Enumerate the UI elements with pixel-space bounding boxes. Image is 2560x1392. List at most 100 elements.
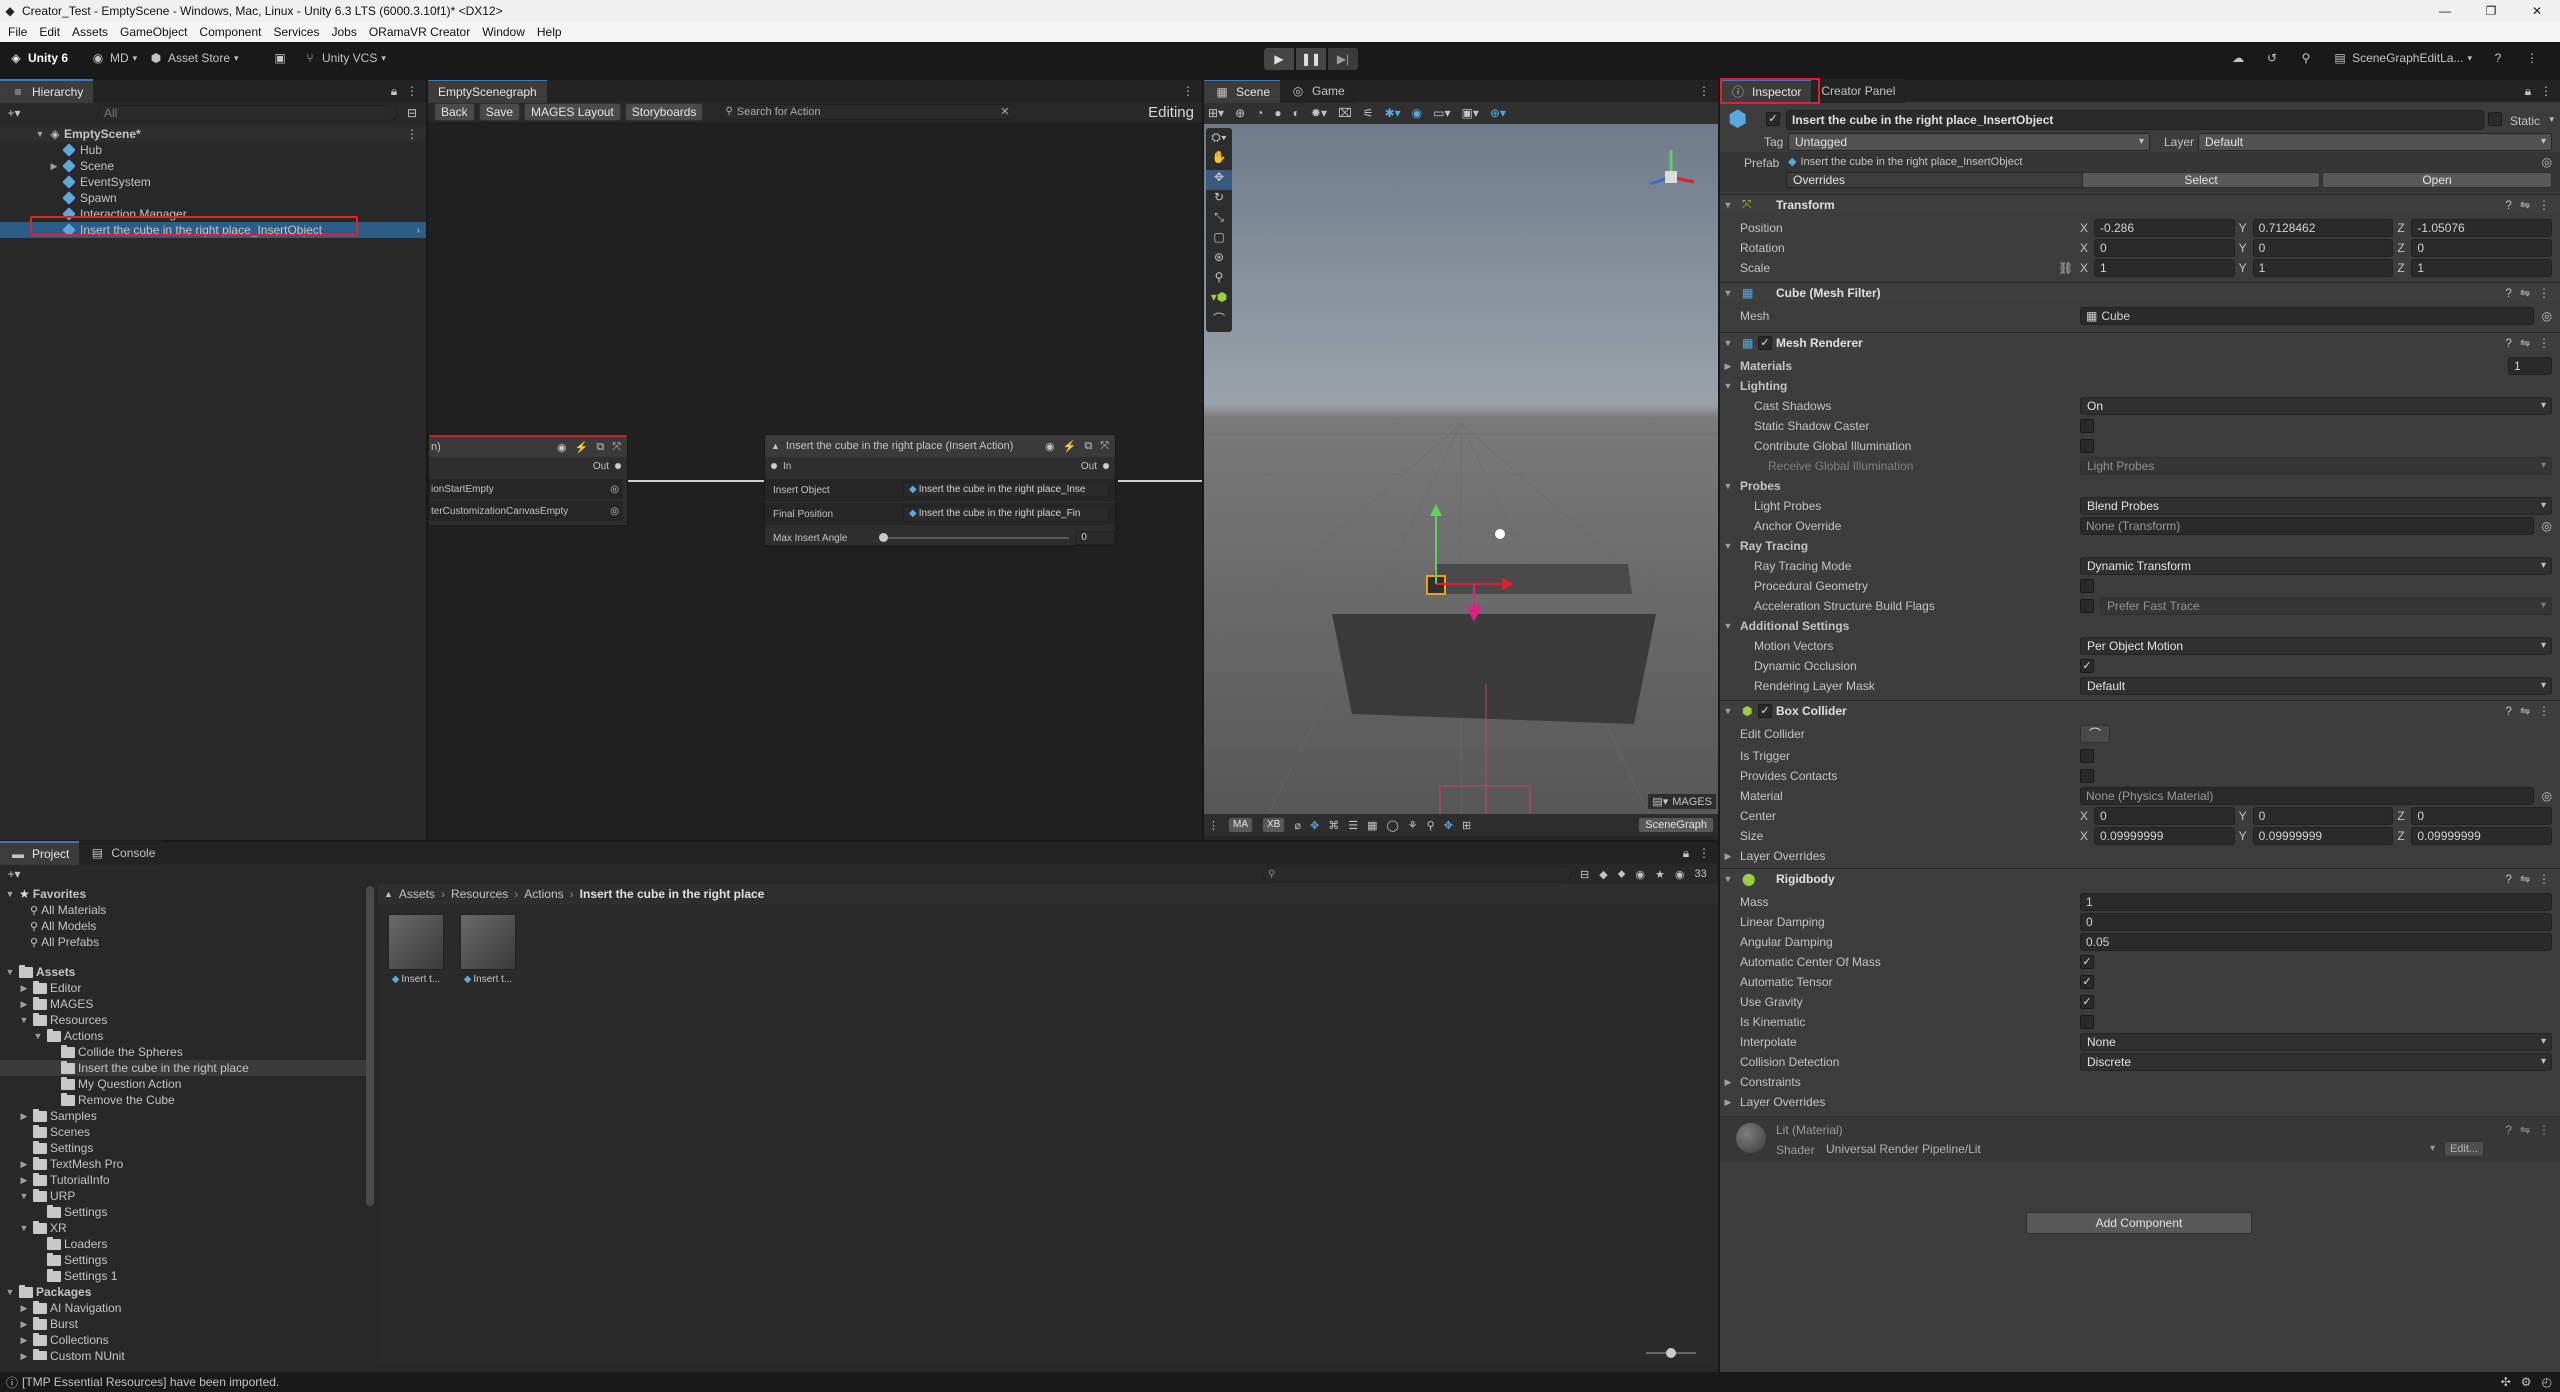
project-folder[interactable]: ▶ Samples — [0, 1108, 372, 1124]
help-icon[interactable]: ? — [2505, 704, 2512, 718]
asset-tile[interactable]: ◆ Insert t... — [386, 914, 446, 985]
breadcrumb-item[interactable]: Insert the cube in the right place — [580, 887, 765, 901]
expand-icon[interactable]: ▼ — [32, 1031, 44, 1041]
tool-1-icon[interactable]: ⌀ — [1294, 819, 1301, 832]
unity-version-button[interactable]: Unity 6 — [28, 51, 68, 65]
menu-services[interactable]: Services — [273, 25, 319, 39]
tab-game[interactable]: ◎ Game — [1280, 80, 1355, 103]
tab-project[interactable]: ▬ Project — [0, 841, 80, 865]
target-icon[interactable]: ◎ — [2542, 155, 2552, 169]
label-filter-icon[interactable]: ◆ — [1599, 868, 1607, 881]
graph-node-insert-action[interactable]: ▲ Insert the cube in the right place (In… — [764, 434, 1116, 546]
hierarchy-search-input[interactable]: All — [98, 105, 398, 121]
expand-icon[interactable]: ▶ — [18, 1319, 30, 1330]
interpolate-dropdown[interactable]: None — [2080, 1033, 2552, 1051]
scale-y[interactable]: 1 — [2252, 259, 2394, 277]
scene-more-icon[interactable]: ⋮ — [1696, 83, 1712, 99]
static-shadow-checkbox[interactable] — [2080, 419, 2094, 433]
use-gravity-checkbox[interactable]: ✓ — [2080, 995, 2094, 1009]
rotate-tool-icon[interactable]: ↻ — [1206, 190, 1232, 210]
play-button[interactable]: ▶ — [1264, 48, 1294, 70]
menu-window[interactable]: Window — [482, 25, 525, 39]
component-menu-icon[interactable]: ⋮ — [2538, 198, 2550, 212]
project-folder[interactable]: ▼ Actions — [0, 1028, 372, 1044]
position-x[interactable]: -0.286 — [2094, 219, 2235, 237]
project-folder[interactable]: Settings 1 — [0, 1268, 372, 1284]
tool-8-icon[interactable]: ⚲ — [1427, 819, 1435, 832]
more-icon[interactable]: ⋮ — [404, 83, 420, 99]
target-icon[interactable]: ◎ — [2542, 519, 2552, 533]
expand-icon[interactable]: ▶ — [18, 1351, 30, 1361]
audio-icon[interactable]: ⚟ — [1363, 106, 1374, 120]
2d-icon[interactable]: ⌧ — [1338, 106, 1352, 120]
xb-button[interactable]: XB — [1262, 817, 1286, 833]
cast-shadows-dropdown[interactable]: On — [2080, 397, 2552, 415]
preset-icon[interactable]: ⇋ — [2520, 1123, 2530, 1137]
tool-6-icon[interactable]: ◯ — [1386, 819, 1398, 832]
star-icon[interactable]: ★ — [1655, 868, 1665, 881]
eye-icon[interactable]: ◉ — [1045, 440, 1055, 453]
chevron-right-icon[interactable]: › — [417, 225, 420, 236]
mesh-renderer-header[interactable]: ▼ ▦ ✓ Mesh Renderer? ⇋ ⋮ — [1720, 332, 2560, 352]
shading-lit-icon[interactable]: ◐ — [1293, 106, 1300, 120]
menu-component[interactable]: Component — [199, 25, 261, 39]
expand-icon[interactable]: ▼ — [18, 1191, 30, 1201]
project-folder[interactable]: Scenes — [0, 1124, 372, 1140]
mages-overlay[interactable]: ▤▾ MAGES — [1648, 794, 1716, 809]
asset-tile[interactable]: ◆ Insert t... — [458, 914, 518, 985]
tab-scenegraph[interactable]: EmptyScenegraph — [428, 80, 547, 103]
tag-icon[interactable]: ⬥ — [1618, 868, 1626, 881]
center-z[interactable]: 0 — [2411, 807, 2553, 825]
back-button[interactable]: Back — [434, 103, 475, 121]
bolt-icon[interactable]: ⚡ — [1063, 440, 1077, 453]
light-gizmo[interactable] — [1495, 529, 1505, 539]
view-options-icon[interactable]: ⛭▾ — [1206, 130, 1232, 150]
accel-checkbox[interactable] — [2080, 599, 2094, 613]
mesh-filter-header[interactable]: ▼ ▦ Cube (Mesh Filter)? ⇋ ⋮ — [1720, 282, 2560, 302]
tab-scene[interactable]: ▦ Scene — [1204, 80, 1281, 103]
rendering-layer-dropdown[interactable]: Default — [2080, 677, 2552, 695]
material-preview[interactable] — [1736, 1123, 1766, 1153]
collapse-icon[interactable]: ▲ — [771, 441, 780, 451]
hierarchy-item[interactable]: Hub — [0, 142, 426, 158]
expand-icon[interactable]: ▼ — [18, 1015, 30, 1025]
expand-icon[interactable]: ▶ — [18, 999, 30, 1010]
help-icon[interactable]: ? — [2490, 50, 2506, 66]
save-button[interactable]: Save — [478, 103, 521, 121]
edit-collider-button[interactable]: ⌒ — [2080, 725, 2110, 743]
open-button[interactable]: Open — [2322, 172, 2552, 188]
active-checkbox[interactable]: ✓ — [1766, 112, 1780, 126]
mesh-field[interactable]: ▦ Cube — [2080, 307, 2534, 325]
project-folder[interactable]: Remove the Cube — [0, 1092, 372, 1108]
tab-console[interactable]: ▤ Console — [79, 841, 166, 865]
mass-field[interactable]: 1 — [2080, 893, 2552, 911]
project-folder[interactable]: ▼ XR — [0, 1220, 372, 1236]
fx-icon[interactable]: ✹▾ — [1311, 106, 1327, 120]
component-menu-icon[interactable]: ⋮ — [2538, 872, 2550, 886]
camera-icon[interactable]: ▭▾ — [1433, 106, 1450, 120]
collider-tool-icon[interactable]: ⌒ — [1206, 310, 1232, 330]
pause-button[interactable]: ❚❚ — [1296, 48, 1326, 70]
add-icon[interactable]: +▾ — [6, 105, 22, 121]
anchor-override-field[interactable]: None (Transform) — [2080, 517, 2534, 535]
scene-viewport[interactable] — [1204, 124, 1718, 824]
select-button[interactable]: Select — [2082, 172, 2320, 188]
menu-edit[interactable]: Edit — [39, 25, 60, 39]
filter-icon[interactable]: ⊟ — [404, 105, 420, 121]
more-icon[interactable]: ⋮ — [2538, 83, 2554, 99]
package-folder[interactable]: ▶ Collections — [0, 1332, 372, 1348]
box-collider-enabled[interactable]: ✓ — [1758, 703, 1772, 718]
layer-dropdown[interactable]: Default — [2198, 133, 2552, 151]
maximize-button[interactable]: ❐ — [2468, 4, 2514, 18]
prefab-field[interactable]: ◆ Insert the cube in the right place_Inse… — [1788, 155, 2534, 169]
hierarchy-item[interactable]: Spawn — [0, 190, 426, 206]
target-icon[interactable]: ◎ — [610, 484, 623, 495]
rotation-x[interactable]: 0 — [2094, 239, 2235, 257]
tool-2-icon[interactable]: ✥ — [1310, 819, 1319, 832]
expand-icon[interactable]: ▶ — [18, 1175, 30, 1186]
search-icon[interactable]: ⚲ — [2298, 50, 2314, 66]
scenegraph-button[interactable]: SceneGraph — [1638, 817, 1714, 833]
project-search-input[interactable]: ⚲ — [1262, 866, 1572, 882]
tool-handle-icon[interactable]: ⊞▾ — [1208, 106, 1224, 120]
scene-menu-icon[interactable]: ⋮ — [404, 126, 420, 142]
